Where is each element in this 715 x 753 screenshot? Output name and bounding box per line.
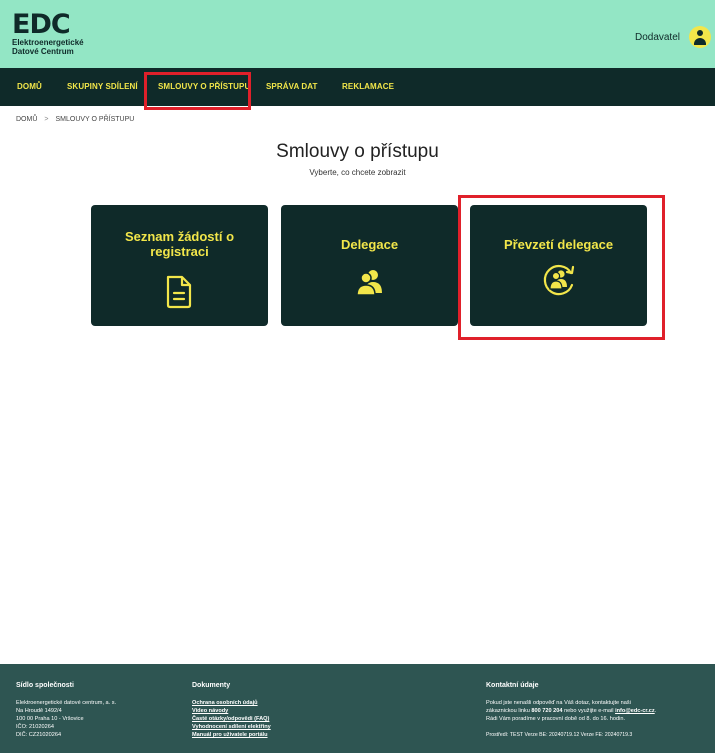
logo-line-2: Datové Centrum [12,47,74,56]
card-title: Delegace [340,237,399,252]
footer: Sídlo společnosti Elektroenergetické dat… [0,664,715,753]
footer-version-info: Prostředí: TEST Verze BE: 20240719.12 Ve… [486,732,633,738]
breadcrumb-current: SMLOUVY O PŘÍSTUPU [55,116,135,123]
nav-highlight-box [144,72,251,110]
footer-company-line: IČO: 21020264 [16,724,54,730]
footer-company-heading: Sídlo společnosti [16,682,74,689]
contact-email-link[interactable]: info@edc-cr.cz [615,708,655,714]
page-subtitle: Vyberte, co chcete zobrazit [309,168,406,177]
footer-documents-heading: Dokumenty [192,682,231,689]
contact-text: zákaznickou linku [486,708,532,714]
contact-phone[interactable]: 800 720 204 [531,708,562,714]
card-delegation[interactable]: Delegace [281,205,458,326]
footer-link-user-manual[interactable]: Manuál pro uživatele portálu [192,731,271,739]
card-title: Seznam žádostí o registraci [124,229,235,259]
footer-company-line: DIČ: CZ21020264 [16,732,62,738]
header: EDC Elektroenergetické Datové Centrum Do… [0,0,715,68]
user-role-label[interactable]: Dodavatel [635,32,680,43]
edc-logo[interactable]: EDC Elektroenergetické Datové Centrum [12,9,84,56]
footer-link-video-guides[interactable]: Video návody [192,707,271,715]
nav-item-complaints[interactable]: REKLAMACE [342,68,394,106]
footer-contact: Kontaktní údaje Pokud jste nenašli odpov… [486,682,656,738]
user-avatar-icon[interactable] [689,26,711,48]
footer-company-line: Elektroenergetické datové centrum, a. s. [16,700,117,706]
footer-link-privacy[interactable]: Ochrana osobních údajů [192,699,271,707]
footer-contact-line: zákaznickou linku 800 720 204 nebo využi… [486,707,656,715]
breadcrumb-home[interactable]: DOMŮ [16,116,37,123]
nav-item-data-management[interactable]: SPRÁVA DAT [266,68,318,106]
footer-contact-line: Rádi Vám poradíme v pracovní době od 8. … [486,716,625,722]
contact-text: . [654,708,657,714]
nav-item-home[interactable]: DOMŮ [17,68,42,106]
footer-company: Sídlo společnosti Elektroenergetické dat… [16,682,116,739]
page-title: Smlouvy o přístupu [276,141,439,162]
breadcrumb: DOMŮ > SMLOUVY O PŘÍSTUPU [16,116,134,123]
document-icon [166,275,192,309]
card-highlight-box [458,195,665,340]
footer-contact-line: Pokud jste nenašli odpověď na Váš dotaz,… [486,700,631,706]
logo-line-1: Elektroenergetické [12,38,84,47]
footer-company-line: 100 00 Praha 10 - Vršovice [16,716,84,722]
main-nav: DOMŮ SKUPINY SDÍLENÍ SMLOUVY O PŘÍSTUPU … [0,68,715,106]
footer-documents: Dokumenty Ochrana osobních údajů Video n… [192,682,271,739]
users-icon [356,270,382,296]
breadcrumb-separator: > [44,116,49,123]
logo-mark: EDC [12,9,71,40]
footer-link-sharing-evaluation[interactable]: Vyhodnocení sdílení elektřiny [192,723,271,731]
card-registration-requests[interactable]: Seznam žádostí o registraci [91,205,268,326]
footer-company-line: Na Hroudě 1492/4 [16,708,62,714]
footer-link-faq[interactable]: Časté otázky/odpovědi (FAQ) [192,715,271,723]
contact-text: nebo využijte e-mail [562,708,616,714]
footer-contact-heading: Kontaktní údaje [486,682,539,689]
nav-item-sharing-groups[interactable]: SKUPINY SDÍLENÍ [67,68,138,106]
